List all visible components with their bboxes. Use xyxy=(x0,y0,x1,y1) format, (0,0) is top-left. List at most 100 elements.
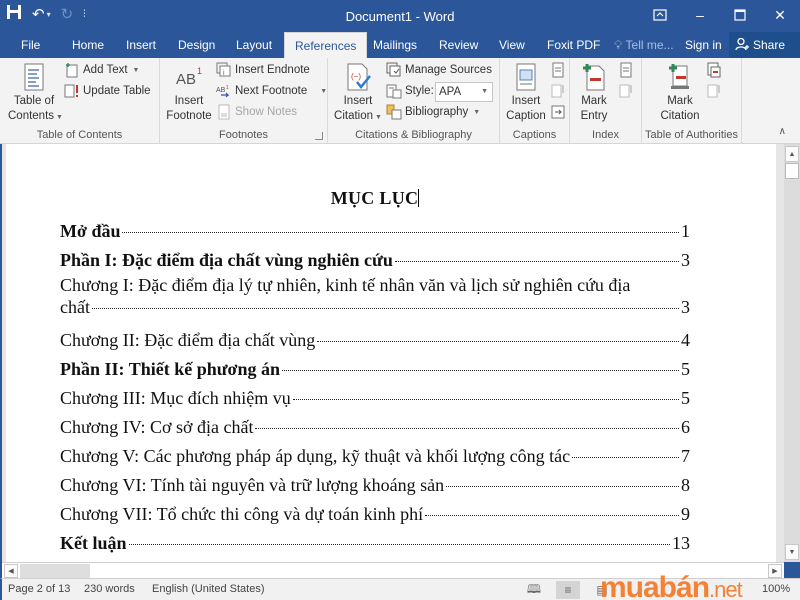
citation-style-select[interactable]: APA ▼ xyxy=(435,82,493,102)
undo-icon[interactable]: ↶ xyxy=(32,4,45,26)
save-icon[interactable] xyxy=(6,4,22,27)
update-table-of-authorities-button[interactable] xyxy=(706,81,722,101)
zoom-level[interactable]: 100% xyxy=(762,583,790,595)
toc-entry-text: Chương V: Các phương pháp áp dụng, kỹ th… xyxy=(60,446,571,466)
group-table-of-authorities: Mark Citation Table of Authorities xyxy=(642,58,742,144)
redo-icon[interactable]: ↻ xyxy=(61,4,74,26)
page-count[interactable]: Page 2 of 13 xyxy=(8,583,70,595)
scroll-up-button[interactable]: ▲ xyxy=(785,146,799,162)
manage-sources-button[interactable]: Manage Sources xyxy=(386,60,492,80)
update-index-button[interactable] xyxy=(618,81,634,101)
share-button[interactable]: Share xyxy=(729,32,800,58)
print-layout-button[interactable]: ≡ xyxy=(556,581,580,599)
group-footnotes: AB 1 Insert Footnote i Insert Endnote AB 1… xyxy=(160,58,328,144)
scroll-down-button[interactable]: ▼ xyxy=(785,544,799,560)
toc-entry[interactable]: Chương VI: Tính tài nguyên và trữ lượng … xyxy=(60,471,690,500)
minimize-button[interactable]: – xyxy=(680,0,720,30)
group-table-of-contents: Table of Contents ▼ Add Text ▼ Update Tabl… xyxy=(0,58,160,144)
tab-mailings[interactable]: Mailings xyxy=(371,32,419,58)
dropdown-arrow-icon[interactable]: ▼ xyxy=(320,88,327,95)
maximize-button[interactable] xyxy=(720,0,760,30)
citation-style-value: APA xyxy=(439,86,462,98)
language-indicator[interactable]: English (United States) xyxy=(152,583,265,595)
bibliography-button[interactable]: Bibliography ▼ xyxy=(386,102,480,122)
sign-in-link[interactable]: Sign in xyxy=(685,32,722,58)
insert-endnote-button[interactable]: i Insert Endnote xyxy=(216,60,310,80)
toc-entry[interactable]: Chương IV: Cơ sở địa chất 6 xyxy=(60,413,690,442)
collapse-ribbon-icon[interactable]: ∧ xyxy=(779,126,786,137)
table-of-contents-button[interactable]: Table of Contents ▼ xyxy=(8,62,63,125)
read-mode-button[interactable]: 🕮︎ xyxy=(522,581,546,599)
insert-citation-button[interactable]: (−) Insert Citation ▼ xyxy=(334,62,382,125)
insert-table-of-authorities-button[interactable] xyxy=(706,60,722,80)
toc-entry-text: Chương I: Đặc điểm địa lý tự nhiên, kinh… xyxy=(60,275,631,295)
toc-entry[interactable]: Chương I: Đặc điểm địa lý tự nhiên, kinh… xyxy=(60,275,690,319)
toc-entry[interactable]: Phần I: Đặc điểm địa chất vùng nghiên cứ… xyxy=(60,246,690,275)
watermark-tld: .net xyxy=(709,577,743,600)
insert-footnote-label-1: Insert xyxy=(174,95,204,107)
toc-entry[interactable]: Chương VII: Tổ chức thi công và dự toán … xyxy=(60,500,690,529)
table-of-contents-icon xyxy=(24,63,44,91)
word-count[interactable]: 230 words xyxy=(84,583,135,595)
horizontal-scroll-thumb[interactable] xyxy=(20,564,90,578)
undo-dropdown-icon[interactable]: ▾ xyxy=(47,4,51,26)
tab-view[interactable]: View xyxy=(497,32,527,58)
customize-qat-icon[interactable]: ⫶ xyxy=(83,4,86,26)
next-footnote-label: Next Footnote xyxy=(235,85,308,97)
close-button[interactable]: ✕ xyxy=(760,0,800,30)
group-captions: Insert Caption Captions xyxy=(500,58,570,144)
document-area: MỤC LỤC Mở đầu 1 Phần I: Đặc điểm địa chấ… xyxy=(0,144,784,562)
toc-leader xyxy=(128,544,670,545)
show-notes-button[interactable]: Show Notes xyxy=(216,102,297,122)
dialog-launcher-icon[interactable] xyxy=(315,132,323,140)
svg-text:AB: AB xyxy=(216,87,226,94)
update-table-of-figures-button[interactable] xyxy=(550,81,566,101)
tab-insert[interactable]: Insert xyxy=(124,32,158,58)
insert-caption-button[interactable]: Insert Caption xyxy=(504,62,548,124)
tab-foxit-pdf[interactable]: Foxit PDF xyxy=(545,32,602,58)
scroll-left-button[interactable]: ◀ xyxy=(4,564,18,578)
vertical-scrollbar[interactable]: ▲ ▼ xyxy=(784,144,800,562)
tell-me-box[interactable]: 💡︎ Tell me... xyxy=(614,32,674,58)
mark-entry-label-2: Entry xyxy=(580,110,608,122)
toc-entry[interactable]: Phần II: Thiết kế phương án 5 xyxy=(60,355,690,384)
group-label-authorities: Table of Authorities xyxy=(645,129,738,141)
toc-entry[interactable]: Chương V: Các phương pháp áp dụng, kỹ th… xyxy=(60,442,690,471)
toc-entry[interactable]: Kết luận 13 xyxy=(60,529,690,558)
toc-entry-text-continued: chất xyxy=(60,297,90,317)
add-text-button[interactable]: Add Text ▼ xyxy=(64,60,139,80)
update-table-icon xyxy=(64,84,78,98)
tell-me-label: Tell me... xyxy=(625,38,674,52)
update-table-button[interactable]: Update Table xyxy=(64,81,151,101)
cross-reference-button[interactable] xyxy=(550,102,566,122)
insert-table-of-figures-button[interactable] xyxy=(550,60,566,80)
tab-review[interactable]: Review xyxy=(437,32,480,58)
insert-footnote-button[interactable]: AB 1 Insert Footnote xyxy=(164,62,214,124)
next-footnote-button[interactable]: AB 1 Next Footnote ▼ xyxy=(216,81,327,101)
document-page[interactable]: MỤC LỤC Mở đầu 1 Phần I: Đặc điểm địa chấ… xyxy=(6,144,776,562)
vertical-scroll-thumb[interactable] xyxy=(785,163,799,179)
toc-entry-text: Kết luận xyxy=(60,533,127,553)
tab-design[interactable]: Design xyxy=(176,32,217,58)
scroll-right-button[interactable]: ▶ xyxy=(768,564,782,578)
toc-entry[interactable]: Mở đầu 1 xyxy=(60,217,690,246)
tab-home[interactable]: Home xyxy=(70,32,106,58)
toc-entry-page: 3 xyxy=(681,250,690,270)
person-add-icon xyxy=(735,37,749,54)
insert-caption-label-1: Insert xyxy=(511,95,541,107)
toc-entry-text: Chương II: Đặc điểm địa chất vùng xyxy=(60,330,316,350)
insert-index-button[interactable] xyxy=(618,60,634,80)
toc-entry[interactable]: Chương III: Mục đích nhiệm vụ 5 xyxy=(60,384,690,413)
ribbon-display-options-button[interactable] xyxy=(640,0,680,30)
mark-citation-button[interactable]: Mark Citation xyxy=(656,62,704,124)
tab-layout[interactable]: Layout xyxy=(234,32,274,58)
toc-entry[interactable]: Chương II: Đặc điểm địa chất vùng 4 xyxy=(60,326,690,355)
tab-references[interactable]: References xyxy=(284,32,368,58)
style-label-group: Style: xyxy=(386,81,434,101)
group-label-captions: Captions xyxy=(512,129,557,141)
tab-file[interactable]: File xyxy=(19,32,42,58)
toc-leader xyxy=(255,428,679,429)
text-cursor xyxy=(418,189,420,207)
mark-entry-button[interactable]: Mark Entry xyxy=(574,62,614,124)
cross-reference-icon xyxy=(551,105,565,119)
